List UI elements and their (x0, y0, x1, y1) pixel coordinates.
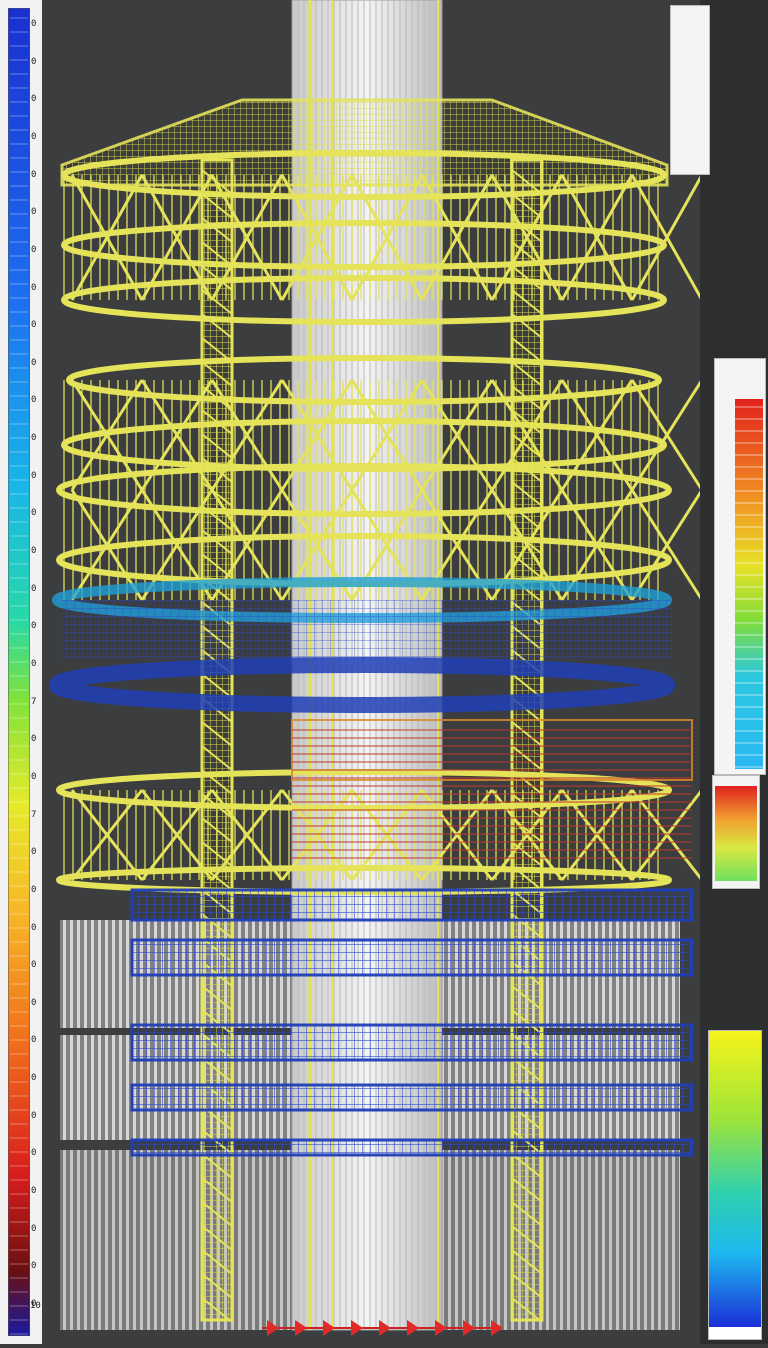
left-scale-tick: 0 (31, 470, 37, 481)
left-scale-tick: 0 (31, 734, 37, 745)
left-scale-tick: 0 (31, 771, 37, 782)
left-scale-tick: 0 (31, 207, 37, 218)
structural-analysis-view: 00000000000000000070070000000000000 10 (0, 0, 768, 1344)
left-scale-tick: 0 (31, 1110, 37, 1121)
left-scale-tick: 0 (31, 1148, 37, 1159)
legend-upper (714, 358, 766, 775)
left-scale-tick: 0 (31, 169, 37, 180)
tower-model (49, 0, 704, 1336)
legend-middle (712, 775, 760, 889)
left-scale-tick: 0 (31, 19, 37, 29)
left-scale-tick: 0 (31, 131, 37, 142)
left-scale-tick: 0 (31, 56, 37, 67)
left-scale-tick: 0 (31, 357, 37, 368)
legend-bottom (708, 1030, 762, 1340)
legend-upper-bar (735, 399, 763, 769)
left-scale-tick: 0 (31, 583, 37, 594)
left-scale-tick: 0 (31, 1261, 37, 1272)
left-scale-tick: 0 (31, 997, 37, 1008)
left-scale-tick: 0 (31, 508, 37, 519)
left-scale-tick: 7 (31, 809, 37, 820)
left-scale-tick: 0 (31, 884, 37, 895)
roof-grid (60, 98, 669, 187)
left-scale-bottom-label: 10 (30, 1301, 41, 1311)
left-scale-tick: 0 (31, 320, 37, 331)
left-scale-tick: 0 (31, 922, 37, 933)
right-legend-column (670, 0, 768, 1344)
left-color-scale: 00000000000000000070070000000000000 10 (0, 0, 42, 1344)
left-scale-tick: 0 (31, 433, 37, 444)
left-scale-tick: 0 (31, 960, 37, 971)
left-scale-tick: 0 (31, 847, 37, 858)
left-scale-tick: 0 (31, 1035, 37, 1046)
left-scale-tick: 0 (31, 659, 37, 669)
left-scale-tick: 0 (31, 244, 37, 255)
legend-middle-bar (715, 786, 757, 881)
left-scale-tick: 0 (31, 94, 37, 105)
left-scale-tick: 0 (31, 1073, 37, 1084)
left-scale-tick: 0 (31, 282, 37, 293)
left-scale-tick: 7 (31, 696, 37, 707)
legend-top (670, 5, 710, 175)
left-scale-tick: 0 (31, 1186, 37, 1197)
left-scale-tick: 0 (31, 546, 37, 557)
left-scale-tick: 0 (31, 1223, 37, 1234)
left-scale-tick: 0 (31, 395, 37, 406)
left-gradient-bar (8, 8, 30, 1336)
legend-bottom-bar (709, 1031, 761, 1327)
model-viewport[interactable] (42, 0, 704, 1344)
left-scale-tick: 0 (31, 621, 37, 632)
